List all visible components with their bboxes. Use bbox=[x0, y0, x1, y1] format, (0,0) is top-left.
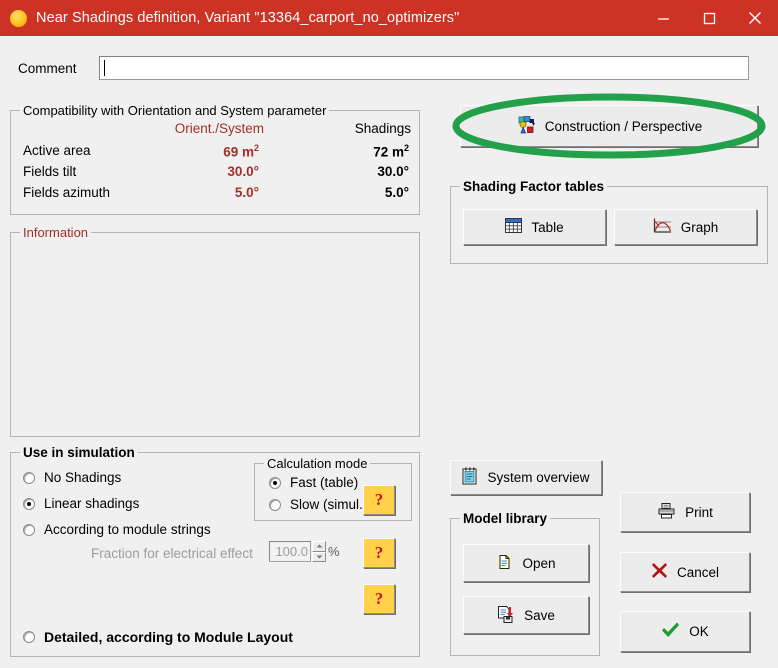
model-library-group: Model library Open Save bbox=[450, 511, 600, 656]
radio-dot bbox=[269, 476, 281, 489]
radio-label: Slow (simul.) bbox=[290, 497, 368, 512]
row-value-shadings: 72 m2 bbox=[373, 143, 409, 160]
radio-fast-table[interactable]: Fast (table) bbox=[269, 475, 358, 490]
table-header-row: Shadings Orient./System bbox=[11, 121, 421, 143]
fraction-value-input[interactable]: 100.0 bbox=[269, 541, 311, 562]
model-library-group-label: Model library bbox=[460, 511, 551, 526]
spin-up-button[interactable] bbox=[312, 541, 326, 552]
cancel-button-label: Cancel bbox=[676, 564, 720, 580]
radio-label: No Shadings bbox=[44, 470, 122, 485]
comment-label: Comment bbox=[18, 61, 77, 76]
fraction-stepper[interactable]: 100.0 % bbox=[269, 541, 340, 562]
ok-button[interactable]: OK bbox=[620, 611, 750, 652]
near-shadings-dialog: Near Shadings definition, Variant "13364… bbox=[0, 0, 778, 668]
table-row: Fields tilt 30.0° 30.0° bbox=[11, 164, 421, 185]
construction-perspective-label: Construction / Perspective bbox=[544, 118, 703, 134]
window-controls bbox=[640, 0, 778, 36]
save-button-label: Save bbox=[524, 607, 555, 623]
information-group: Information bbox=[10, 225, 420, 437]
radio-dot bbox=[23, 631, 35, 643]
line-chart-icon bbox=[653, 218, 672, 237]
notepad-icon bbox=[462, 467, 478, 488]
row-value-shadings: 30.0° bbox=[377, 164, 409, 179]
help-calc-mode-button[interactable]: ? bbox=[363, 485, 395, 515]
compatibility-group: Compatibility with Orientation and Syste… bbox=[10, 103, 421, 215]
save-button[interactable]: Save bbox=[463, 596, 589, 634]
radio-dot bbox=[269, 498, 281, 511]
table-row: Fields azimuth 5.0° 5.0° bbox=[11, 185, 421, 206]
shading-factor-tables-group-label: Shading Factor tables bbox=[460, 179, 608, 194]
graph-button[interactable]: Graph bbox=[614, 209, 757, 245]
column-header-orient-system: Orient./System bbox=[174, 121, 264, 136]
system-overview-label: System overview bbox=[487, 470, 590, 485]
table-button-label: Table bbox=[531, 219, 564, 235]
open-document-icon bbox=[496, 553, 513, 574]
use-in-simulation-group: Use in simulation No Shadings Linear sha… bbox=[10, 445, 420, 657]
window-title: Near Shadings definition, Variant "13364… bbox=[36, 10, 460, 26]
radio-slow-simul[interactable]: Slow (simul.) bbox=[269, 497, 367, 512]
help-fraction-button[interactable]: ? bbox=[363, 538, 395, 568]
cancel-button[interactable]: Cancel bbox=[620, 552, 750, 592]
fraction-spin-buttons[interactable] bbox=[312, 541, 326, 562]
comment-input[interactable] bbox=[99, 56, 749, 80]
maximize-button[interactable] bbox=[686, 0, 732, 36]
radio-label: According to module strings bbox=[44, 522, 211, 537]
open-button[interactable]: Open bbox=[463, 544, 589, 582]
sun-icon bbox=[10, 9, 27, 27]
information-group-label: Information bbox=[20, 225, 92, 240]
construction-perspective-button[interactable]: Construction / Perspective bbox=[460, 105, 758, 147]
fraction-label: Fraction for electrical effect bbox=[91, 546, 253, 561]
minimize-button[interactable] bbox=[640, 0, 686, 36]
graph-button-label: Graph bbox=[680, 219, 719, 235]
radio-label: Detailed, according to Module Layout bbox=[44, 629, 293, 645]
radio-linear-shadings[interactable]: Linear shadings bbox=[23, 496, 139, 511]
shapes-3d-icon bbox=[516, 115, 536, 137]
print-button[interactable]: Print bbox=[620, 492, 750, 532]
radio-dot bbox=[23, 523, 35, 536]
radio-detailed-module-layout[interactable]: Detailed, according to Module Layout bbox=[23, 629, 293, 645]
table-row: Active area 69 m2 72 m2 bbox=[11, 143, 421, 164]
radio-label: Linear shadings bbox=[44, 496, 140, 511]
compatibility-table: Shadings Orient./System Active area 69 m… bbox=[11, 121, 421, 206]
shading-factor-tables-group: Shading Factor tables Table Graph bbox=[450, 179, 768, 264]
save-disk-icon bbox=[497, 605, 515, 626]
grid-table-icon bbox=[505, 218, 523, 236]
row-value-shadings: 5.0° bbox=[384, 185, 409, 200]
open-button-label: Open bbox=[522, 555, 556, 571]
help-module-layout-button[interactable]: ? bbox=[363, 584, 395, 614]
radio-dot bbox=[23, 497, 35, 510]
red-x-icon bbox=[651, 562, 668, 582]
fraction-unit: % bbox=[328, 544, 340, 559]
printer-icon bbox=[657, 502, 676, 522]
title-bar: Near Shadings definition, Variant "13364… bbox=[0, 0, 778, 36]
radio-no-shadings[interactable]: No Shadings bbox=[23, 470, 121, 485]
green-check-icon bbox=[661, 622, 680, 641]
spin-down-button[interactable] bbox=[312, 551, 326, 562]
calculation-mode-group-label: Calculation mode bbox=[264, 456, 371, 471]
table-button[interactable]: Table bbox=[463, 209, 606, 245]
use-in-simulation-group-label: Use in simulation bbox=[20, 445, 138, 460]
system-overview-button[interactable]: System overview bbox=[450, 460, 602, 495]
radio-dot bbox=[23, 471, 35, 484]
close-button[interactable] bbox=[732, 0, 778, 36]
radio-according-to-module-strings[interactable]: According to module strings bbox=[23, 522, 211, 537]
compatibility-group-label: Compatibility with Orientation and Syste… bbox=[20, 103, 330, 118]
ok-button-label: OK bbox=[689, 624, 709, 639]
print-button-label: Print bbox=[685, 504, 713, 520]
text-caret bbox=[104, 60, 105, 76]
information-content bbox=[17, 241, 413, 430]
radio-label: Fast (table) bbox=[290, 475, 359, 490]
